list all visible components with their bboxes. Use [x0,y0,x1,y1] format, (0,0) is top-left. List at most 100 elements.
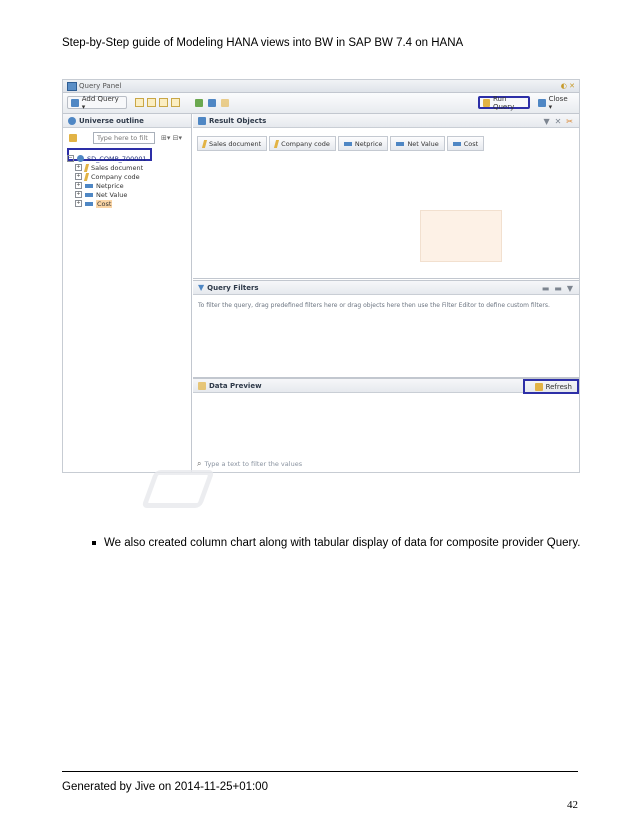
expand-icon[interactable]: + [75,191,82,198]
sql-icon[interactable] [221,99,229,107]
query-panel-window: Query Panel ◐ ✕ Add Query ▾ Run Query Cl… [62,79,580,473]
run-query-icon [483,98,490,107]
drag-hint-graphic [420,210,502,262]
result-object-list: Sales document Company code Netprice Net… [197,136,485,151]
bullet-item: We also created column chart along with … [92,537,580,549]
outline-search-row: ⊞▾ ⊟▾ [65,132,189,146]
right-panes: Result Objects ▼ ✕ ✂ Sales document Comp… [193,114,579,472]
expand-icon[interactable]: + [75,182,82,189]
view-icon[interactable] [135,98,144,107]
window-titlebar: Query Panel ◐ ✕ [63,80,579,93]
dimension-icon [83,172,90,181]
universe-icon [77,155,84,162]
collapse-icon[interactable]: − [67,155,74,162]
tree-item[interactable]: + Cost [67,199,187,208]
run-query-label: Run Query [492,94,515,111]
query-filters-pane: ▼ Query Filters ▬ ▬ ▼ To filter the quer… [193,280,579,378]
expand-icon[interactable]: + [75,200,82,207]
data-preview-title: Data Preview [209,381,262,390]
filter-icon[interactable]: ▼ [543,117,549,126]
add-query-label: Add Query ▾ [81,94,119,111]
result-objects-icon [198,116,206,125]
add-query-icon [71,98,79,107]
result-objects-header: Result Objects [193,114,579,128]
query-filters-tools: ▬ ▬ ▼ [542,284,573,293]
close-icon [538,98,546,107]
filter-editor-icon[interactable]: ▬ [542,284,550,293]
universe-outline-header: Universe outline [63,114,191,128]
tree-item-label: Cost [96,199,113,208]
toolbar: Add Query ▾ Run Query Close ▾ [63,93,579,114]
close-button[interactable]: Close ▾ [535,94,575,111]
universe-tree: − SD_COMP_700001 + Sales document + Comp… [67,154,187,208]
measure-icon [343,141,352,146]
properties-icon[interactable] [208,99,216,107]
measure-icon [452,141,461,146]
document-header: Step-by-Step guide of Modeling HANA view… [62,37,464,49]
bullet-text: We also created column chart along with … [104,537,581,549]
tree-item-label: Net Value [96,190,128,199]
tree-item[interactable]: + Sales document [67,163,187,172]
outline-options-icon[interactable] [69,134,77,142]
measure-icon [396,141,405,146]
result-object-pill[interactable]: Sales document [197,136,268,151]
filter-view-icon[interactable] [147,98,156,107]
remove-icon[interactable]: ✕ [555,117,562,126]
outline-search-input[interactable] [93,132,155,144]
result-object-label: Sales document [209,139,262,148]
result-object-label: Netprice [354,139,383,148]
result-objects-tools: ▼ ✕ ✂ [543,117,573,126]
measure-icon [85,192,93,197]
page-number: 42 [567,799,578,811]
universe-outline-pane: Universe outline ⊞▾ ⊟▾ − SD_COMP_700001 … [63,114,192,472]
dimension-icon [83,163,90,172]
universe-outline-title: Universe outline [79,116,144,125]
refresh-structure-icon[interactable] [195,99,203,107]
add-query-button[interactable]: Add Query ▾ [67,94,127,111]
add-filter-icon[interactable]: ▬ [554,284,562,293]
table-icon [198,381,206,390]
tree-root[interactable]: − SD_COMP_700001 [67,154,187,163]
query-filters-hint: To filter the query, drag predefined fil… [198,302,550,309]
expand-icon[interactable]: + [75,173,82,180]
remove-all-icon[interactable]: ✂ [566,117,573,126]
funnel-icon: ▼ [198,283,205,292]
tree-item[interactable]: + Net Value [67,190,187,199]
footer-generated: Generated by Jive on 2014-11-25+01:00 [62,781,268,793]
list-view-icon[interactable] [171,98,180,107]
refresh-highlight-box [523,379,579,394]
bullet-icon [92,541,96,545]
tree-item-label: Netprice [96,181,124,190]
filter-options-icon[interactable]: ▼ [567,284,573,293]
result-object-label: Company code [281,139,330,148]
tree-item[interactable]: + Company code [67,172,187,181]
result-object-pill[interactable]: Netprice [337,136,389,151]
measure-icon [85,183,93,188]
result-objects-title: Result Objects [209,116,267,125]
window-title: Query Panel [79,82,122,90]
run-query-button[interactable]: Run Query [478,94,530,111]
expand-icon[interactable]: + [75,164,82,171]
preview-search[interactable]: ⌕ Type a text to filter the values [197,459,302,469]
result-object-label: Cost [463,139,479,148]
grid-view-icon[interactable] [159,98,168,107]
tree-item-label: Sales document [91,163,144,172]
tree-item-label: Company code [91,172,140,181]
result-object-label: Net Value [407,139,439,148]
watermark-logo [141,470,215,508]
close-label: Close ▾ [548,94,568,111]
help-icon[interactable]: ◐ ✕ [561,82,575,90]
preview-search-placeholder: Type a text to filter the values [204,460,303,468]
result-object-pill[interactable]: Net Value [390,136,445,151]
result-objects-pane: Result Objects ▼ ✕ ✂ Sales document Comp… [193,114,579,279]
universe-icon [68,116,76,125]
tree-item[interactable]: + Netprice [67,181,187,190]
search-icon: ⌕ [197,459,202,468]
expand-collapse-icon[interactable]: ⊞▾ ⊟▾ [161,134,182,142]
result-object-pill[interactable]: Cost [446,136,485,151]
data-preview-pane: Data Preview Refresh ⌕ Type a text to fi… [193,378,579,473]
result-object-pill[interactable]: Company code [269,136,336,151]
dimension-icon [201,139,208,148]
dimension-icon [274,139,280,148]
footer-rule [62,771,578,772]
